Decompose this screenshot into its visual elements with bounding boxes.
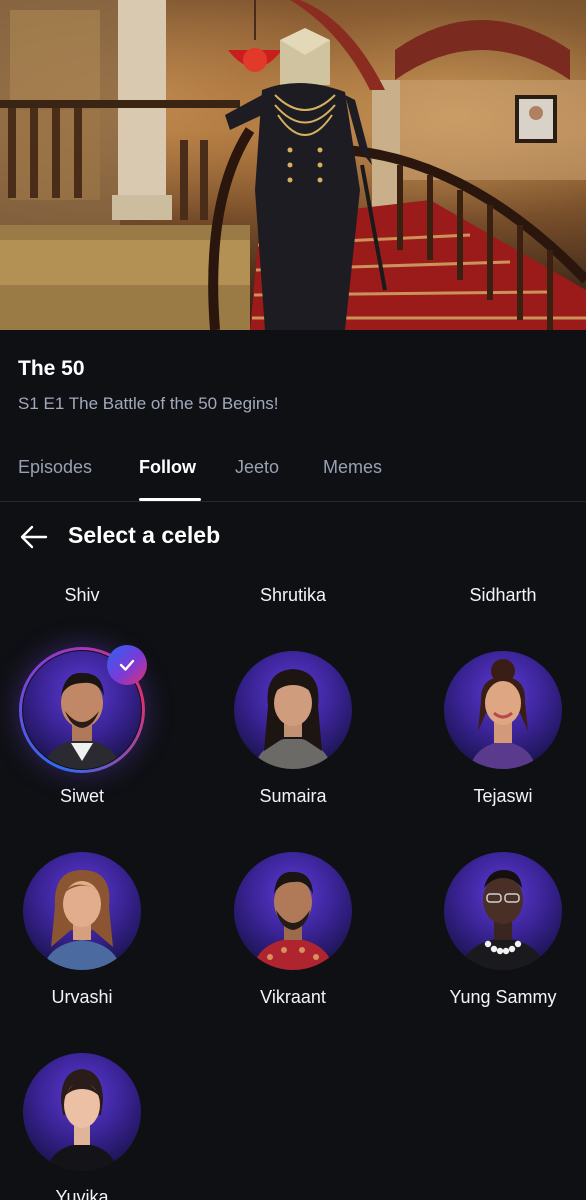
celeb-name-shrutika[interactable]: Shrutika bbox=[203, 585, 383, 606]
person-silhouette-icon bbox=[43, 870, 121, 970]
tab-bar: Episodes Follow Jeeto Memes bbox=[0, 440, 586, 502]
celeb-name-yung-sammy[interactable]: Yung Sammy bbox=[413, 987, 586, 1008]
hero-image[interactable] bbox=[0, 0, 586, 330]
celeb-avatar-urvashi[interactable] bbox=[23, 852, 141, 970]
checkmark-icon bbox=[119, 659, 135, 671]
back-button[interactable] bbox=[20, 524, 48, 550]
person-silhouette-icon bbox=[254, 669, 332, 769]
celeb-name-siwet[interactable]: Siwet bbox=[0, 786, 172, 807]
celeb-name-sidharth[interactable]: Sidharth bbox=[413, 585, 586, 606]
celeb-avatar-sumaira[interactable] bbox=[234, 651, 352, 769]
celeb-name-yuvika[interactable]: Yuvika bbox=[0, 1187, 172, 1200]
person-silhouette-icon bbox=[252, 871, 334, 970]
celeb-name-shiv[interactable]: Shiv bbox=[0, 585, 172, 606]
person-silhouette-icon bbox=[460, 870, 546, 970]
active-tab-indicator bbox=[139, 498, 201, 501]
celeb-avatar-yung-sammy[interactable] bbox=[444, 852, 562, 970]
tab-follow[interactable]: Follow bbox=[139, 457, 196, 478]
person-silhouette-icon bbox=[47, 1069, 117, 1171]
celeb-name-urvashi[interactable]: Urvashi bbox=[0, 987, 172, 1008]
section-title: Select a celeb bbox=[68, 522, 221, 548]
person-silhouette-icon bbox=[470, 659, 536, 769]
selected-check-badge[interactable] bbox=[107, 645, 147, 685]
celeb-name-vikraant[interactable]: Vikraant bbox=[203, 987, 383, 1008]
tab-jeeto[interactable]: Jeeto bbox=[235, 457, 279, 478]
celeb-avatar-tejaswi[interactable] bbox=[444, 651, 562, 769]
hero-scene-illustration bbox=[0, 0, 586, 330]
show-title: The 50 bbox=[18, 357, 85, 380]
tab-memes[interactable]: Memes bbox=[323, 457, 382, 478]
celeb-name-sumaira[interactable]: Sumaira bbox=[203, 786, 383, 807]
celeb-avatar-yuvika[interactable] bbox=[23, 1053, 141, 1171]
episode-subtitle: S1 E1 The Battle of the 50 Begins! bbox=[18, 394, 279, 413]
arrow-left-icon bbox=[20, 525, 48, 549]
celeb-name-tejaswi[interactable]: Tejaswi bbox=[413, 786, 586, 807]
tab-episodes[interactable]: Episodes bbox=[18, 457, 92, 478]
celeb-avatar-vikraant[interactable] bbox=[234, 852, 352, 970]
